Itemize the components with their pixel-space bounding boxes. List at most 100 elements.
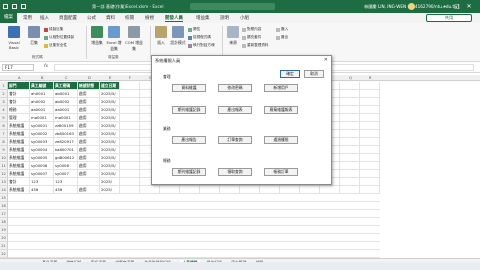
table-cell[interactable]: 2025/5/ [100, 130, 120, 138]
table-cell[interactable]: ka800701 [54, 146, 78, 154]
table-cell[interactable] [120, 90, 140, 98]
table-cell[interactable] [260, 234, 280, 242]
table-cell[interactable] [180, 194, 200, 202]
table-cell[interactable] [300, 218, 320, 226]
table-cell[interactable] [260, 226, 280, 234]
table-cell[interactable]: ma0001 [30, 114, 54, 122]
row-header[interactable]: 8 [0, 138, 8, 146]
visual-basic-button[interactable]: Visual Basic [3, 26, 25, 50]
table-cell[interactable] [120, 130, 140, 138]
table-cell[interactable] [30, 210, 54, 218]
table-cell[interactable] [120, 146, 140, 154]
table-cell[interactable] [280, 210, 300, 218]
table-cell[interactable] [140, 234, 160, 242]
table-cell[interactable] [360, 146, 380, 154]
table-cell[interactable] [78, 250, 100, 258]
table-cell[interactable]: 123 [30, 178, 54, 186]
table-cell[interactable] [340, 178, 360, 186]
dialog-button[interactable]: 帳務訂單 [264, 168, 298, 176]
excel-addins-button[interactable]: Excel 增益集 [106, 26, 122, 52]
table-cell[interactable] [160, 226, 180, 234]
table-cell[interactable] [200, 242, 220, 250]
table-cell[interactable] [54, 250, 78, 258]
tab-formulas[interactable]: 公式 [87, 15, 96, 21]
table-cell[interactable] [100, 226, 120, 234]
table-cell[interactable] [120, 226, 140, 234]
dialog-button[interactable]: 廢棄維護報表 [264, 106, 298, 114]
table-cell[interactable] [280, 250, 300, 258]
row-header[interactable]: 9 [0, 146, 8, 154]
table-cell[interactable] [8, 218, 30, 226]
row-header[interactable]: 5 [0, 114, 8, 122]
table-cell[interactable]: 啟用 [78, 138, 100, 146]
table-cell[interactable] [140, 226, 160, 234]
table-cell[interactable] [280, 194, 300, 202]
table-cell[interactable] [360, 154, 380, 162]
table-cell[interactable] [100, 234, 120, 242]
table-cell[interactable] [220, 234, 240, 242]
table-cell[interactable] [280, 234, 300, 242]
table-cell[interactable] [340, 98, 360, 106]
table-cell[interactable] [78, 234, 100, 242]
table-cell[interactable] [120, 122, 140, 130]
table-cell[interactable] [360, 178, 380, 186]
table-cell[interactable] [140, 194, 160, 202]
table-cell[interactable]: 系統維護 [8, 130, 30, 138]
table-cell[interactable] [340, 122, 360, 130]
row-header[interactable]: 17 [0, 210, 8, 218]
table-cell[interactable]: 啟用 [78, 146, 100, 154]
table-cell[interactable]: 456 [30, 186, 54, 194]
table-cell[interactable]: 啟用 [78, 98, 100, 106]
table-cell[interactable] [78, 242, 100, 250]
table-cell[interactable] [120, 186, 140, 194]
table-cell[interactable] [100, 218, 120, 226]
table-cell[interactable] [340, 242, 360, 250]
row-header[interactable]: 22 [0, 250, 8, 258]
table-cell[interactable] [78, 210, 100, 218]
table-cell[interactable]: sy00005 [30, 154, 54, 162]
table-cell[interactable] [160, 250, 180, 258]
table-cell[interactable] [180, 210, 200, 218]
table-cell[interactable] [360, 98, 380, 106]
insert-control-button[interactable]: 插入 [154, 26, 168, 46]
dialog-button[interactable]: 期刊維護記錄 [172, 106, 206, 114]
table-cell[interactable] [360, 210, 380, 218]
table-cell[interactable] [340, 210, 360, 218]
tab-addins[interactable]: 增益集 [196, 15, 210, 21]
xml-source-button[interactable]: 來源 [226, 26, 240, 46]
table-cell[interactable]: 系統維護 [8, 146, 30, 154]
close-button[interactable]: ✕ [464, 2, 474, 11]
table-cell[interactable] [100, 210, 120, 218]
table-cell[interactable] [54, 242, 78, 250]
table-cell[interactable] [120, 194, 140, 202]
dialog-button[interactable]: 修改密碼 [218, 84, 252, 92]
table-cell[interactable] [160, 186, 180, 194]
table-cell[interactable] [160, 202, 180, 210]
table-cell[interactable] [360, 170, 380, 178]
table-cell[interactable] [260, 202, 280, 210]
row-header[interactable]: 13 [0, 178, 8, 186]
map-properties-button[interactable]: 對應內容 [242, 27, 261, 32]
table-cell[interactable] [360, 162, 380, 170]
table-cell[interactable] [220, 186, 240, 194]
table-cell[interactable] [300, 202, 320, 210]
table-cell[interactable] [120, 114, 140, 122]
tab-team[interactable]: 小組 [240, 15, 249, 21]
table-cell[interactable] [120, 106, 140, 114]
dialog-button[interactable]: 產出報表 [218, 106, 252, 114]
table-cell[interactable] [120, 154, 140, 162]
autosave-icon[interactable] [3, 4, 8, 9]
dialog-cancel-button[interactable]: 取消 [304, 70, 324, 78]
maximize-button[interactable]: □ [452, 2, 462, 11]
table-cell[interactable] [100, 242, 120, 250]
table-cell[interactable] [8, 234, 30, 242]
table-cell[interactable] [320, 250, 340, 258]
table-cell[interactable] [360, 138, 380, 146]
table-cell[interactable] [54, 234, 78, 242]
dialog-button[interactable]: 訂單查詢 [218, 136, 252, 144]
table-cell[interactable] [340, 194, 360, 202]
table-cell[interactable]: sy00004 [30, 146, 54, 154]
table-cell[interactable] [340, 90, 360, 98]
table-cell[interactable]: 2025/5/ [100, 98, 120, 106]
row-header[interactable]: 2 [0, 90, 8, 98]
